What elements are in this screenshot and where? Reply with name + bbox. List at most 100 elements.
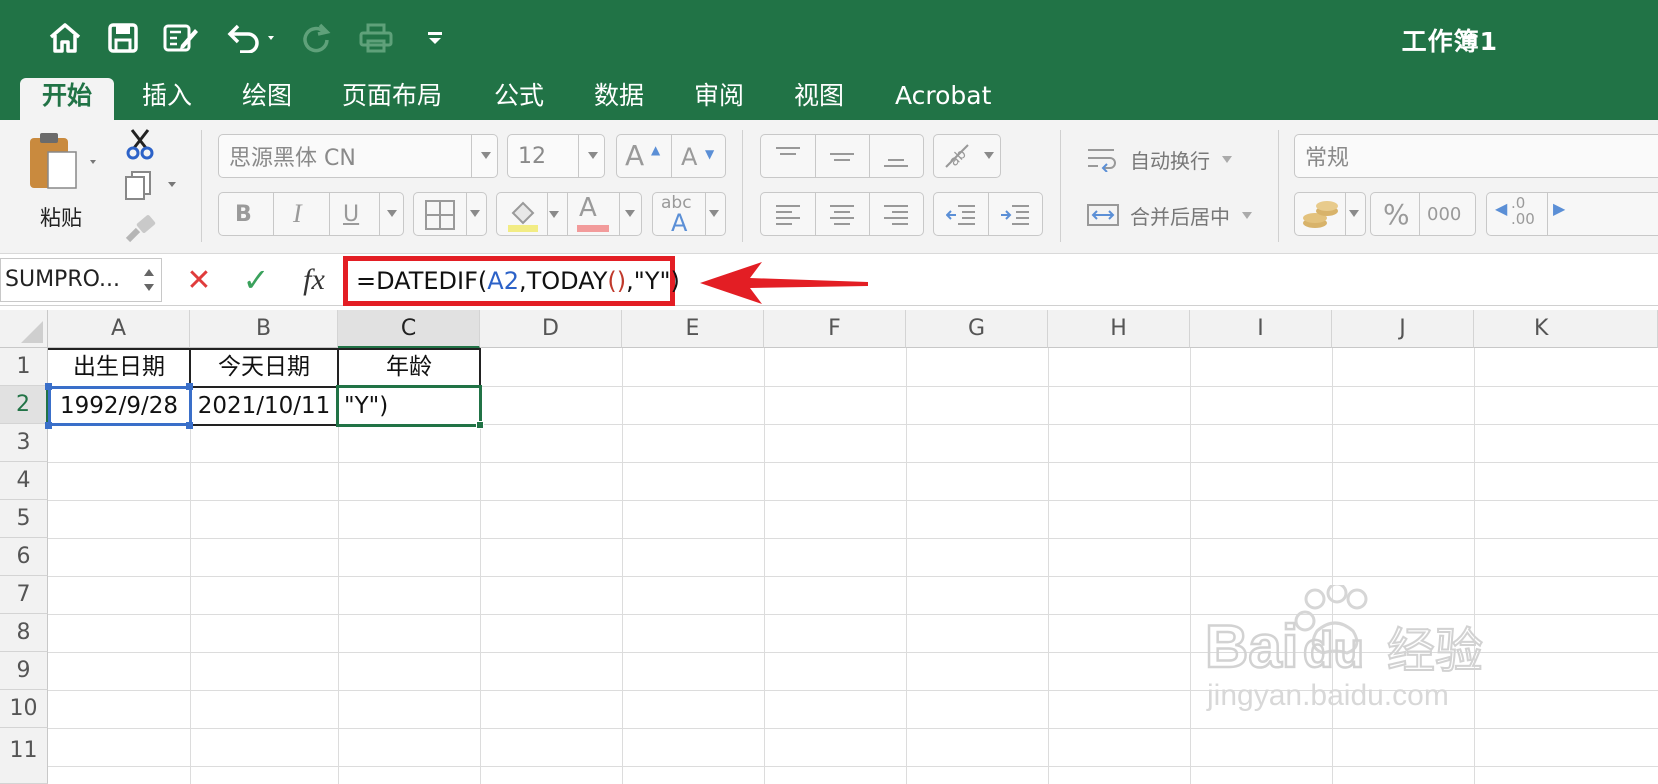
decrease-decimal-arrow-icon[interactable]: ▶ — [1553, 199, 1565, 218]
grow-font-button[interactable]: A — [625, 139, 644, 172]
column-header-a[interactable]: A — [48, 310, 190, 348]
tab-review[interactable]: 审阅 — [672, 78, 766, 120]
save-icon[interactable] — [106, 20, 140, 56]
number-format-select[interactable]: 常规 — [1294, 134, 1658, 178]
cell-c1[interactable]: 年龄 — [338, 348, 480, 386]
reference-handle[interactable] — [45, 383, 52, 390]
row-header-3[interactable]: 3 — [0, 424, 48, 462]
align-top-icon[interactable] — [775, 145, 801, 169]
font-style-group: B I U — [218, 192, 404, 236]
row-header-8[interactable]: 8 — [0, 614, 48, 652]
align-right-icon[interactable] — [883, 203, 909, 227]
format-painter-icon[interactable] — [124, 214, 158, 248]
cell-b2[interactable]: 2021/10/11 — [190, 387, 338, 425]
row-header-7[interactable]: 7 — [0, 576, 48, 614]
font-color-button[interactable]: A — [579, 193, 597, 223]
italic-button[interactable]: I — [293, 199, 302, 229]
home-icon[interactable] — [46, 20, 84, 56]
annotation-arrow-icon — [700, 262, 868, 304]
tab-view[interactable]: 视图 — [772, 78, 866, 120]
align-left-icon[interactable] — [775, 203, 801, 227]
phonetic-a-icon: A — [671, 209, 688, 237]
fill-handle[interactable] — [476, 421, 484, 429]
font-size-value: 12 — [518, 143, 546, 169]
cell-b1[interactable]: 今天日期 — [190, 348, 338, 386]
decrease-indent-icon[interactable] — [946, 203, 976, 227]
row-header-6[interactable]: 6 — [0, 538, 48, 576]
column-header-b[interactable]: B — [190, 310, 338, 348]
row-header-9[interactable]: 9 — [0, 652, 48, 690]
tab-draw[interactable]: 绘图 — [220, 78, 314, 120]
row-header-11[interactable]: 11 — [0, 728, 48, 784]
reference-handle[interactable] — [186, 422, 193, 429]
font-name-value: 思源黑体 CN — [229, 146, 356, 171]
cut-icon[interactable] — [124, 128, 156, 164]
merge-center-button[interactable]: 合并后居中 — [1086, 200, 1252, 230]
font-name-select[interactable]: 思源黑体 CN — [218, 134, 498, 178]
name-box-value: SUMPRO... — [5, 267, 121, 292]
reference-handle[interactable] — [45, 422, 52, 429]
row-header-10[interactable]: 10 — [0, 690, 48, 728]
font-size-select[interactable]: 12 — [507, 134, 605, 178]
increase-decimal-button[interactable]: .0 .00 — [1511, 195, 1535, 227]
row-header-1[interactable]: 1 — [0, 348, 48, 386]
underline-button[interactable]: U — [343, 202, 359, 227]
select-all-button[interactable] — [0, 310, 48, 348]
active-cell-c2[interactable] — [336, 385, 482, 427]
fill-color-icon[interactable] — [505, 197, 541, 233]
insert-function-button[interactable]: fx — [296, 262, 332, 298]
copy-icon[interactable] — [124, 170, 184, 204]
percent-button[interactable]: % — [1383, 198, 1410, 231]
align-bottom-icon[interactable] — [883, 145, 909, 169]
fill-font-color-group: A — [496, 192, 642, 236]
thousands-button[interactable]: 000 — [1427, 204, 1461, 225]
tab-acrobat[interactable]: Acrobat — [873, 78, 1013, 120]
borders-button[interactable] — [413, 192, 487, 236]
tab-page-layout[interactable]: 页面布局 — [320, 78, 464, 120]
column-header-h[interactable]: H — [1048, 310, 1190, 348]
column-header-k[interactable]: K — [1474, 310, 1658, 348]
tab-data[interactable]: 数据 — [572, 78, 666, 120]
edit-icon[interactable] — [162, 20, 200, 56]
tab-home[interactable]: 开始 — [20, 78, 115, 120]
tab-formulas[interactable]: 公式 — [472, 78, 566, 120]
title-bar: 工作簿1 — [0, 0, 1658, 78]
reference-handle[interactable] — [186, 383, 193, 390]
column-header-c[interactable]: C — [338, 310, 480, 348]
undo-icon[interactable] — [222, 20, 282, 56]
orientation-button[interactable]: ab — [933, 134, 1001, 178]
svg-text:jingyan.baidu.com: jingyan.baidu.com — [1206, 679, 1449, 712]
row-header-5[interactable]: 5 — [0, 500, 48, 538]
align-center-icon[interactable] — [829, 203, 855, 227]
redo-icon[interactable] — [298, 20, 334, 56]
column-header-g[interactable]: G — [906, 310, 1048, 348]
name-box-stepper-icon[interactable] — [143, 265, 155, 295]
paste-button[interactable] — [24, 130, 104, 202]
wrap-text-button[interactable]: 自动换行 — [1086, 144, 1232, 174]
shrink-font-button[interactable]: A — [681, 143, 697, 171]
cancel-formula-button[interactable]: ✕ — [182, 262, 216, 298]
bold-button[interactable]: B — [235, 202, 252, 227]
text-orientation-icon: ab — [945, 144, 970, 170]
confirm-formula-button[interactable]: ✓ — [238, 261, 274, 299]
align-middle-icon[interactable] — [829, 145, 855, 169]
row-header-4[interactable]: 4 — [0, 462, 48, 500]
column-header-e[interactable]: E — [622, 310, 764, 348]
formula-input[interactable]: =DATEDIF(A2,TODAY(),"Y") — [343, 256, 680, 306]
tab-insert[interactable]: 插入 — [120, 78, 214, 120]
column-header-j[interactable]: J — [1332, 310, 1474, 348]
accounting-format-button[interactable] — [1294, 192, 1366, 236]
fill-color-dropdown[interactable] — [549, 211, 559, 218]
row-header-2[interactable]: 2 — [0, 386, 48, 424]
phonetic-button[interactable]: abc A — [652, 192, 726, 237]
print-icon[interactable] — [358, 20, 394, 56]
formula-function: ,TODAY — [518, 267, 608, 295]
customize-toolbar-icon[interactable] — [424, 20, 446, 56]
column-header-f[interactable]: F — [764, 310, 906, 348]
ribbon-tabs: 开始 插入 绘图 页面布局 公式 数据 审阅 视图 Acrobat — [0, 78, 1658, 120]
column-header-i[interactable]: I — [1190, 310, 1332, 348]
cell-a1[interactable]: 出生日期 — [48, 348, 190, 386]
name-box[interactable]: SUMPRO... — [0, 258, 162, 302]
increase-indent-icon[interactable] — [1000, 203, 1030, 227]
column-header-d[interactable]: D — [480, 310, 622, 348]
